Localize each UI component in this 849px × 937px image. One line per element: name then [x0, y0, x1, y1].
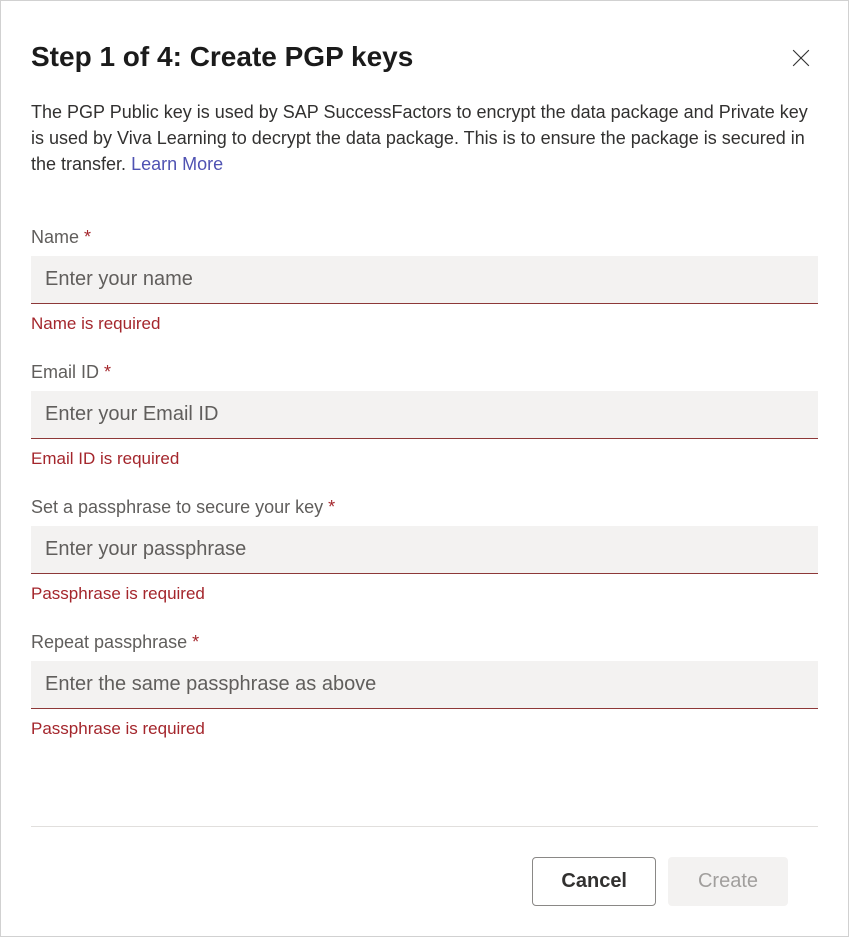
learn-more-link[interactable]: Learn More [131, 154, 223, 174]
repeat-passphrase-error: Passphrase is required [31, 719, 818, 739]
field-name: Name * Name is required [31, 227, 818, 334]
dialog-content: Step 1 of 4: Create PGP keys The PGP Pub… [1, 1, 848, 826]
field-passphrase: Set a passphrase to secure your key * Pa… [31, 497, 818, 604]
required-asterisk: * [323, 497, 335, 517]
email-error: Email ID is required [31, 449, 818, 469]
passphrase-input[interactable] [31, 526, 818, 574]
cancel-button[interactable]: Cancel [532, 857, 656, 906]
close-button[interactable] [784, 41, 818, 75]
dialog-description: The PGP Public key is used by SAP Succes… [31, 99, 818, 177]
dialog-header: Step 1 of 4: Create PGP keys [31, 31, 818, 75]
required-asterisk: * [187, 632, 199, 652]
dialog-title: Step 1 of 4: Create PGP keys [31, 41, 413, 73]
email-label: Email ID * [31, 362, 818, 383]
passphrase-label: Set a passphrase to secure your key * [31, 497, 818, 518]
repeat-passphrase-label: Repeat passphrase * [31, 632, 818, 653]
field-repeat-passphrase: Repeat passphrase * Passphrase is requir… [31, 632, 818, 739]
name-error: Name is required [31, 314, 818, 334]
field-email: Email ID * Email ID is required [31, 362, 818, 469]
required-asterisk: * [79, 227, 91, 247]
email-input[interactable] [31, 391, 818, 439]
repeat-passphrase-input[interactable] [31, 661, 818, 709]
passphrase-error: Passphrase is required [31, 584, 818, 604]
name-input[interactable] [31, 256, 818, 304]
create-button[interactable]: Create [668, 857, 788, 906]
dialog-footer: Cancel Create [31, 826, 818, 936]
dialog-create-pgp-keys: Step 1 of 4: Create PGP keys The PGP Pub… [0, 0, 849, 937]
close-icon [792, 49, 810, 67]
required-asterisk: * [99, 362, 111, 382]
name-label: Name * [31, 227, 818, 248]
